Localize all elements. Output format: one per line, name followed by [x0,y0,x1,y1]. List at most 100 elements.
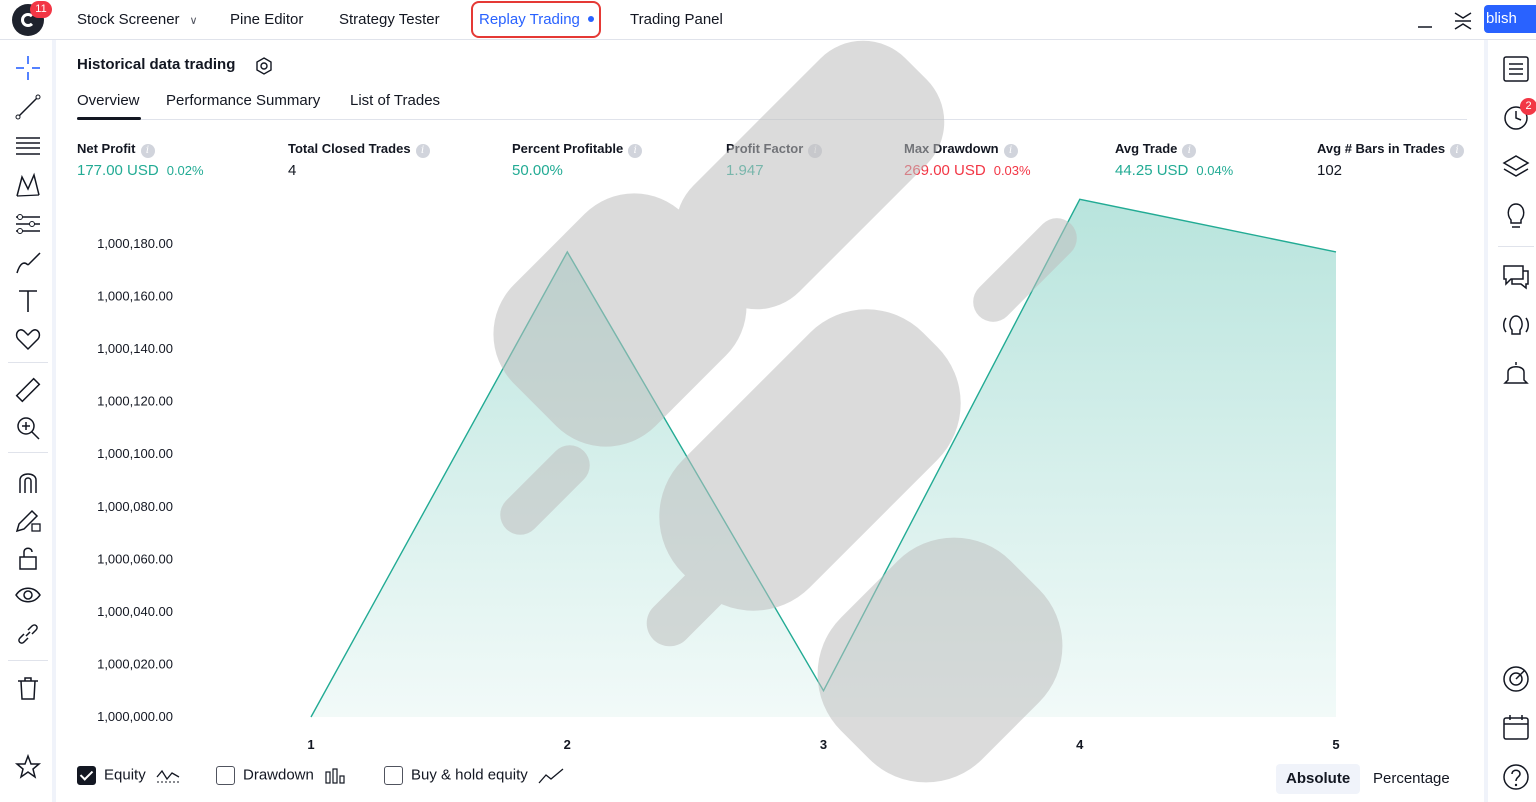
metric-value-row: 177.00 USD 0.02% [77,162,204,179]
info-icon[interactable]: i [415,144,430,158]
maximize-panel-icon[interactable] [1453,10,1473,30]
layers-icon[interactable] [1501,152,1531,182]
metric-percent-profitable: Percent Profitable i 50.00% [512,140,643,179]
tab-label: Trading Panel [630,11,723,28]
metric-value: 269.00 USD [904,162,986,179]
tab-strategy-tester[interactable]: Strategy Tester [339,0,440,40]
metric-label: Max Drawdown [904,141,999,156]
info-icon[interactable]: i [1450,144,1465,158]
metric-label: Avg Trade [1115,141,1178,156]
panel-title: Historical data trading [77,56,236,73]
legend-buy-hold-equity[interactable]: Buy & hold equity [384,766,564,790]
subtab-performance-summary[interactable]: Performance Summary [166,92,320,109]
tab-stock-screener[interactable]: Stock Screener ∨ [77,0,198,40]
absolute-mode-button[interactable]: Absolute [1276,764,1361,794]
metric-value-row: 102 [1317,162,1464,179]
tab-replay-trading[interactable]: Replay Trading [479,0,594,40]
crosshair-icon[interactable] [14,54,42,82]
y-tick-label: 1,000,140.00 [97,341,173,356]
link-icon[interactable] [14,620,42,648]
subtab-overview[interactable]: Overview [77,92,140,109]
dom-target-icon[interactable] [1501,664,1531,694]
heart-icon[interactable] [14,325,42,353]
metric-value-row: 4 [288,162,430,179]
info-icon[interactable]: i [808,144,823,158]
tab-label: Strategy Tester [339,11,440,28]
y-tick-label: 1,000,060.00 [97,551,173,566]
metric-value: 44.25 USD [1115,162,1189,179]
metric-percent: 0.03% [993,163,1031,178]
publish-button[interactable]: blish [1484,5,1536,33]
legend-drawdown[interactable]: Drawdown [216,766,348,790]
notification-count-badge: 11 [30,1,52,18]
metric-value-row: 1.947 [726,162,822,179]
metric-percent: 0.02% [166,163,204,178]
legend-equity[interactable]: Equity [77,766,180,790]
tab-trading-panel[interactable]: Trading Panel [630,0,723,40]
magnet-icon[interactable] [14,468,42,496]
settings-gear-icon[interactable] [254,56,274,76]
lock-drawing-icon[interactable] [14,506,42,534]
ideas-bulb-icon[interactable] [1501,200,1531,230]
metric-value: 50.00% [512,162,563,179]
equity-checkbox[interactable] [77,766,96,785]
brush-icon[interactable] [14,249,42,277]
alerts-count-badge: 2 [1520,98,1536,115]
help-icon[interactable] [1501,762,1531,792]
metric-label: Profit Factor [726,141,804,156]
metric-avg-trade: Avg Trade i 44.25 USD 0.04% [1115,140,1233,179]
metric-profit-factor: Profit Factor i 1.947 [726,140,823,179]
pattern-icon[interactable] [14,171,42,199]
info-icon[interactable]: i [140,144,155,158]
watchlist-icon[interactable] [1501,54,1531,84]
y-axis: 1,000,000.00 1,000,020.00 1,000,040.00 1,00… [97,236,173,724]
legend-label: Equity [104,766,146,784]
ruler-icon[interactable] [14,376,42,404]
chevron-down-icon[interactable]: ∨ [190,1,198,41]
forecast-icon[interactable] [14,210,42,238]
zoom-in-icon[interactable] [14,414,42,442]
info-icon[interactable]: i [1182,144,1197,158]
tab-pine-editor[interactable]: Pine Editor [230,0,303,40]
subtab-list-of-trades[interactable]: List of Trades [350,92,440,109]
y-tick-label: 1,000,080.00 [97,499,173,514]
tab-label: Pine Editor [230,11,304,28]
x-tick-label: 1 [307,737,314,752]
minimize-icon[interactable] [1416,10,1436,30]
fib-lines-icon[interactable] [14,132,42,160]
trash-icon[interactable] [14,674,42,702]
equity-chart[interactable]: 1,000,000.00 1,000,020.00 1,000,040.00 1,00… [60,190,1480,760]
legend-label: Drawdown [243,766,314,784]
metric-label: Net Profit [77,141,136,156]
streams-icon[interactable] [1501,310,1531,340]
metric-label: Percent Profitable [512,141,624,156]
y-tick-label: 1,000,020.00 [97,656,173,671]
metric-value-row: 50.00% [512,162,642,179]
text-icon[interactable] [14,287,42,315]
x-tick-label: 3 [820,737,827,752]
drawdown-checkbox[interactable] [216,766,235,785]
metric-avg-bars-in-trades: Avg # Bars in Trades i 102 [1317,140,1465,179]
toolbar-divider [8,362,48,363]
info-icon[interactable]: i [1003,144,1018,158]
star-icon[interactable] [14,753,42,781]
notifications-bell-icon[interactable] [1501,358,1531,388]
active-subtab-indicator [77,117,141,120]
right-widget-toolbar: 2 [1484,40,1536,802]
percentage-mode-button[interactable]: Percentage [1363,764,1460,794]
y-tick-label: 1,000,160.00 [97,289,173,304]
active-dot-icon [587,16,594,22]
metric-value-row: 269.00 USD 0.03% [904,162,1031,179]
metric-label: Avg # Bars in Trades [1317,141,1446,156]
calendar-icon[interactable] [1501,712,1531,742]
subtabs-divider [77,119,1467,120]
top-bar: 11 Stock Screener ∨ Pine Editor Strategy … [0,0,1536,40]
chat-icon[interactable] [1501,262,1531,292]
trend-line-icon[interactable] [14,93,42,121]
info-icon[interactable]: i [628,144,643,158]
unlock-icon[interactable] [14,544,42,572]
y-tick-label: 1,000,040.00 [97,604,173,619]
buy-hold-checkbox[interactable] [384,766,403,785]
x-tick-label: 5 [1332,737,1339,752]
eye-icon[interactable] [14,582,42,610]
